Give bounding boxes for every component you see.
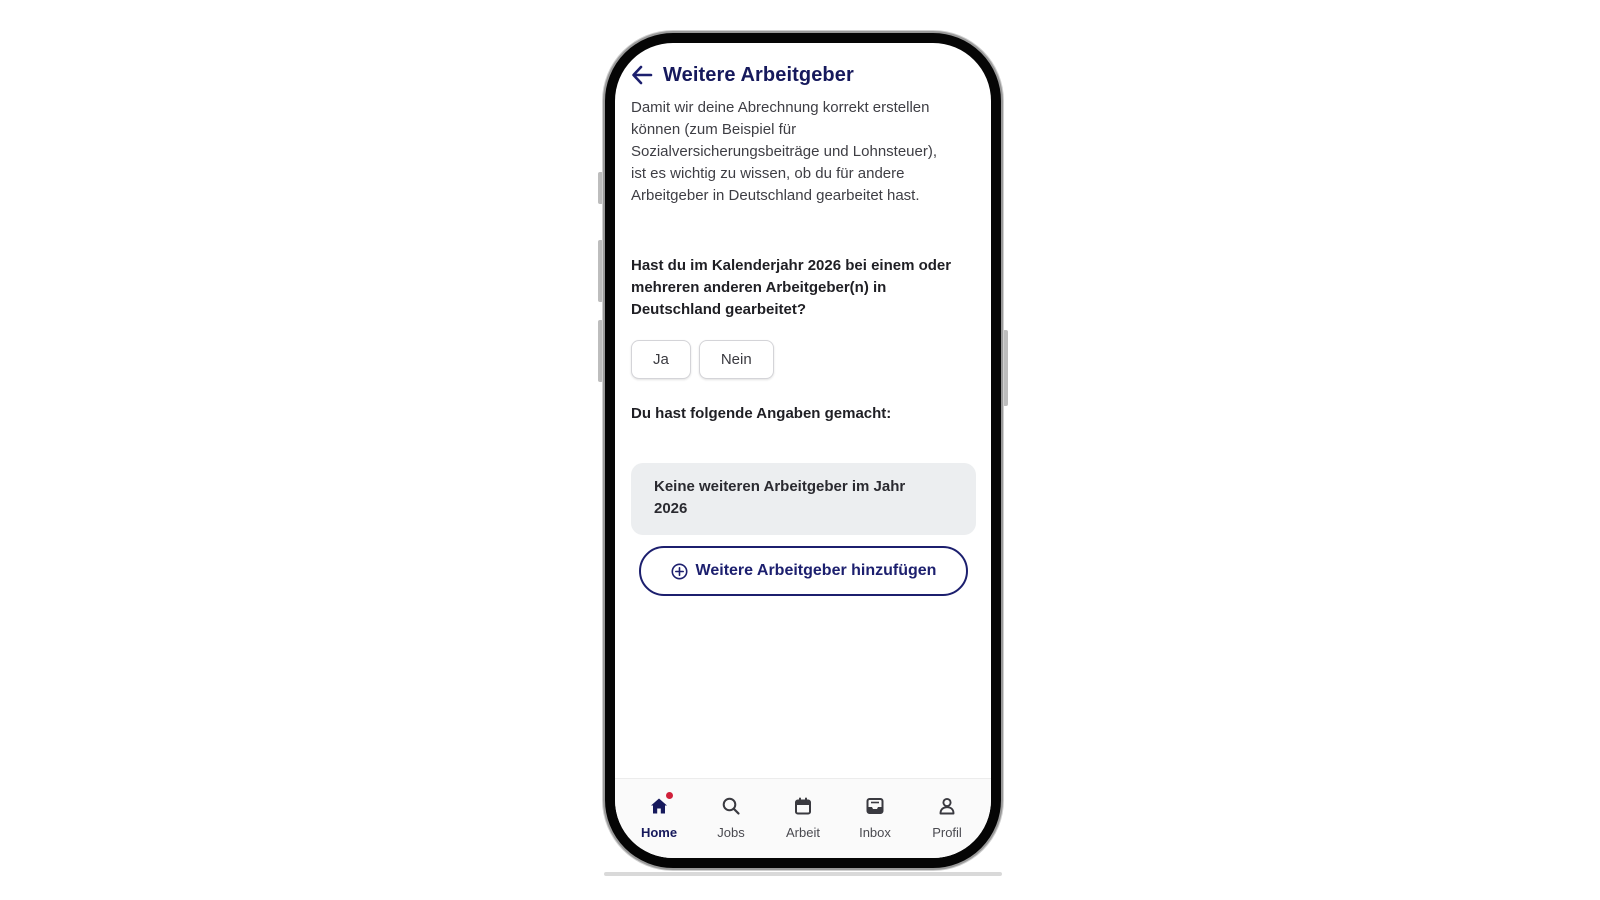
no-button[interactable]: Nein	[698, 340, 774, 379]
summary-entry: Keine weiteren Arbeitgeber im Jahr 2026	[654, 478, 906, 517]
summary-card: Keine weiteren Arbeitgeber im Jahr 2026	[631, 463, 976, 535]
notification-badge	[666, 792, 673, 799]
phone-power-button	[1003, 330, 1008, 406]
calendar-icon	[792, 795, 814, 817]
nav-item-inbox[interactable]: Inbox	[842, 779, 908, 858]
person-icon	[936, 795, 958, 817]
device-stage: Weitere Arbeitgeber Damit wir deine Abre…	[0, 0, 1600, 900]
nav-item-home[interactable]: Home	[626, 779, 692, 858]
question-text: Hast du im Kalenderjahr 2026 bei einem o…	[631, 257, 952, 318]
bottom-nav: Home Jobs Arbeit Inbox Profil	[615, 778, 991, 858]
phone-shadow	[604, 872, 1002, 876]
nav-label-jobs: Jobs	[717, 825, 745, 840]
arrow-left-icon[interactable]	[631, 64, 653, 86]
yes-button[interactable]: Ja	[631, 340, 691, 379]
summary-label: Du hast folgende Angaben gemacht:	[631, 405, 892, 422]
nav-item-profil[interactable]: Profil	[914, 779, 980, 858]
inbox-icon	[864, 795, 886, 817]
add-employer-button[interactable]: Weitere Arbeitgeber hinzufügen	[639, 546, 968, 596]
nav-label-arbeit: Arbeit	[786, 825, 820, 840]
home-icon	[648, 792, 673, 817]
intro-text: Damit wir deine Abrechnung korrekt erste…	[631, 99, 938, 204]
search-icon	[720, 795, 742, 817]
choice-group: Ja Nein	[631, 340, 774, 379]
nav-item-arbeit[interactable]: Arbeit	[770, 779, 836, 858]
app-header: Weitere Arbeitgeber	[631, 60, 975, 90]
add-employer-label: Weitere Arbeitgeber hinzufügen	[695, 562, 937, 579]
plus-circle-icon	[671, 563, 688, 580]
nav-label-profil: Profil	[932, 825, 962, 840]
phone-screen: Weitere Arbeitgeber Damit wir deine Abre…	[615, 43, 991, 858]
nav-item-jobs[interactable]: Jobs	[698, 779, 764, 858]
page-title: Weitere Arbeitgeber	[663, 63, 854, 86]
nav-label-home: Home	[640, 825, 678, 840]
nav-label-inbox: Inbox	[859, 825, 891, 840]
